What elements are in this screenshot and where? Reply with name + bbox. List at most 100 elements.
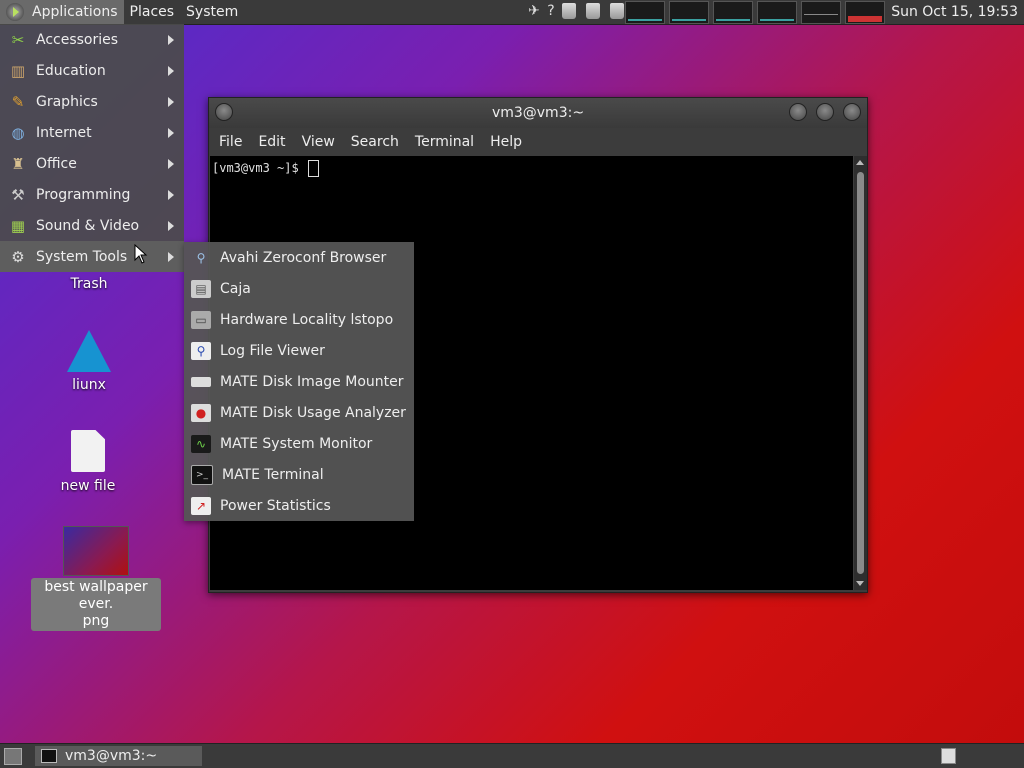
arch-logo-icon bbox=[67, 330, 111, 372]
trash-applet-icon-2[interactable] bbox=[586, 3, 600, 19]
workspace-switcher[interactable] bbox=[941, 748, 956, 764]
menu-item-label: Office bbox=[36, 155, 77, 172]
taskbar-label: vm3@vm3:~ bbox=[65, 748, 158, 764]
menu-item-label: Programming bbox=[36, 186, 131, 203]
internet-icon: ◍ bbox=[11, 123, 25, 142]
menu-item-log-viewer[interactable]: ⚲ Log File Viewer bbox=[184, 335, 414, 366]
menu-item-system-monitor[interactable]: ∿ MATE System Monitor bbox=[184, 428, 414, 459]
maximize-icon[interactable] bbox=[816, 103, 834, 121]
menu-item-power-stats[interactable]: ↗ Power Statistics bbox=[184, 490, 414, 521]
window-title: vm3@vm3:~ bbox=[491, 105, 585, 121]
applications-menu-button[interactable]: Applications bbox=[0, 0, 124, 24]
education-icon: ▥ bbox=[10, 61, 26, 80]
trash-applet-icon-3[interactable] bbox=[610, 3, 624, 19]
menu-help[interactable]: Help bbox=[482, 134, 530, 150]
terminal-titlebar[interactable]: vm3@vm3:~ bbox=[209, 98, 867, 128]
terminal-icon bbox=[41, 749, 57, 763]
network-icon[interactable]: ✈ bbox=[525, 2, 543, 20]
disk-mounter-icon bbox=[191, 376, 211, 387]
taskbar-button-terminal[interactable]: vm3@vm3:~ bbox=[35, 746, 202, 766]
power-stats-icon: ↗ bbox=[191, 496, 211, 515]
places-menu-button[interactable]: Places bbox=[124, 0, 181, 24]
system-monitor-icon: ∿ bbox=[191, 434, 211, 453]
menu-item-label: Accessories bbox=[36, 31, 119, 48]
menu-item-label: Power Statistics bbox=[220, 497, 331, 514]
bottom-panel: vm3@vm3:~ bbox=[0, 743, 1024, 768]
submenu-arrow-icon bbox=[168, 190, 174, 200]
scroll-down-icon[interactable] bbox=[856, 581, 864, 586]
mate-logo-icon bbox=[6, 3, 24, 21]
submenu-arrow-icon bbox=[168, 221, 174, 231]
menu-item-office[interactable]: ♜ Office bbox=[0, 148, 184, 179]
menu-item-internet[interactable]: ◍ Internet bbox=[0, 117, 184, 148]
menu-item-accessories[interactable]: ✂ Accessories bbox=[0, 24, 184, 55]
minimize-icon[interactable] bbox=[789, 103, 807, 121]
desktop-icon-trash[interactable]: Trash bbox=[24, 276, 154, 292]
terminal-scrollbar[interactable] bbox=[854, 156, 867, 590]
shell-prompt: [vm3@vm3 ~]$ bbox=[212, 161, 306, 175]
menu-edit[interactable]: Edit bbox=[250, 134, 293, 150]
menu-item-terminal[interactable]: >_ MATE Terminal bbox=[184, 459, 414, 490]
menu-item-disk-mounter[interactable]: MATE Disk Image Mounter bbox=[184, 366, 414, 397]
menu-item-graphics[interactable]: ✎ Graphics bbox=[0, 86, 184, 117]
show-desktop-icon[interactable] bbox=[4, 748, 22, 765]
menu-item-label: System Tools bbox=[36, 248, 128, 265]
menu-item-label: Caja bbox=[220, 280, 251, 297]
desktop-icon-new-file[interactable]: new file bbox=[23, 430, 153, 494]
system-monitor-applet[interactable] bbox=[625, 1, 885, 24]
scrollbar-thumb[interactable] bbox=[857, 172, 864, 574]
menu-item-system-tools[interactable]: ⚙ System Tools bbox=[0, 241, 184, 272]
help-icon[interactable]: ? bbox=[547, 2, 555, 20]
menu-item-disk-usage[interactable]: ● MATE Disk Usage Analyzer bbox=[184, 397, 414, 428]
menu-item-label: MATE Disk Usage Analyzer bbox=[220, 404, 406, 421]
menu-item-label: Education bbox=[36, 62, 106, 79]
office-icon: ♜ bbox=[11, 154, 25, 173]
swap-graph bbox=[757, 1, 797, 24]
menu-item-label: Internet bbox=[36, 124, 92, 141]
text-cursor bbox=[307, 160, 319, 177]
lstopo-icon: ▭ bbox=[191, 310, 211, 329]
menu-terminal[interactable]: Terminal bbox=[407, 134, 482, 150]
menu-item-lstopo[interactable]: ▭ Hardware Locality lstopo bbox=[184, 304, 414, 335]
submenu-arrow-icon bbox=[168, 66, 174, 76]
log-viewer-icon: ⚲ bbox=[191, 341, 211, 360]
menu-search[interactable]: Search bbox=[343, 134, 407, 150]
submenu-arrow-icon bbox=[168, 159, 174, 169]
window-menu-icon[interactable] bbox=[215, 103, 233, 121]
submenu-arrow-icon bbox=[168, 97, 174, 107]
trash-applet-icon[interactable] bbox=[562, 3, 576, 19]
scroll-up-icon[interactable] bbox=[856, 160, 864, 165]
system-menu-button[interactable]: System bbox=[180, 0, 244, 24]
desktop-icon-liunx[interactable]: liunx bbox=[24, 330, 154, 393]
image-thumbnail-icon bbox=[63, 526, 129, 576]
menu-view[interactable]: View bbox=[294, 134, 343, 150]
menu-item-education[interactable]: ▥ Education bbox=[0, 55, 184, 86]
clock[interactable]: Sun Oct 15, 19:53 bbox=[891, 0, 1018, 24]
menu-item-label: Graphics bbox=[36, 93, 98, 110]
desktop-icon-label: new file bbox=[60, 478, 116, 494]
menu-item-label: Avahi Zeroconf Browser bbox=[220, 249, 387, 266]
menu-item-caja[interactable]: ▤ Caja bbox=[184, 273, 414, 304]
desktop-icon-wallpaper[interactable]: best wallpaper ever. png bbox=[31, 526, 161, 631]
terminal-icon: >_ bbox=[191, 464, 213, 485]
top-menu-bar: Applications Places System bbox=[0, 0, 244, 24]
desktop-icon-label: best wallpaper ever. png bbox=[31, 578, 161, 631]
desktop-icon-label: liunx bbox=[72, 377, 106, 393]
caja-icon: ▤ bbox=[191, 279, 211, 298]
notification-tray: ✈ ? bbox=[525, 2, 627, 20]
menu-item-label: MATE System Monitor bbox=[220, 435, 373, 452]
menu-item-sound-video[interactable]: ▦ Sound & Video bbox=[0, 210, 184, 241]
prompt-line: [vm3@vm3 ~]$ bbox=[212, 160, 319, 177]
cpu-graph bbox=[625, 1, 665, 24]
menu-file[interactable]: File bbox=[211, 134, 250, 150]
system-tools-icon: ⚙ bbox=[11, 247, 25, 266]
menu-item-avahi[interactable]: ⚲ Avahi Zeroconf Browser bbox=[184, 242, 414, 273]
terminal-menubar: File Edit View Search Terminal Help bbox=[209, 128, 867, 156]
close-icon[interactable] bbox=[843, 103, 861, 121]
menu-item-programming[interactable]: ⚒ Programming bbox=[0, 179, 184, 210]
submenu-arrow-icon bbox=[168, 252, 174, 262]
menu-item-label: Hardware Locality lstopo bbox=[220, 311, 394, 328]
accessories-icon: ✂ bbox=[11, 30, 25, 49]
file-icon bbox=[71, 430, 105, 472]
load-graph bbox=[801, 1, 841, 24]
